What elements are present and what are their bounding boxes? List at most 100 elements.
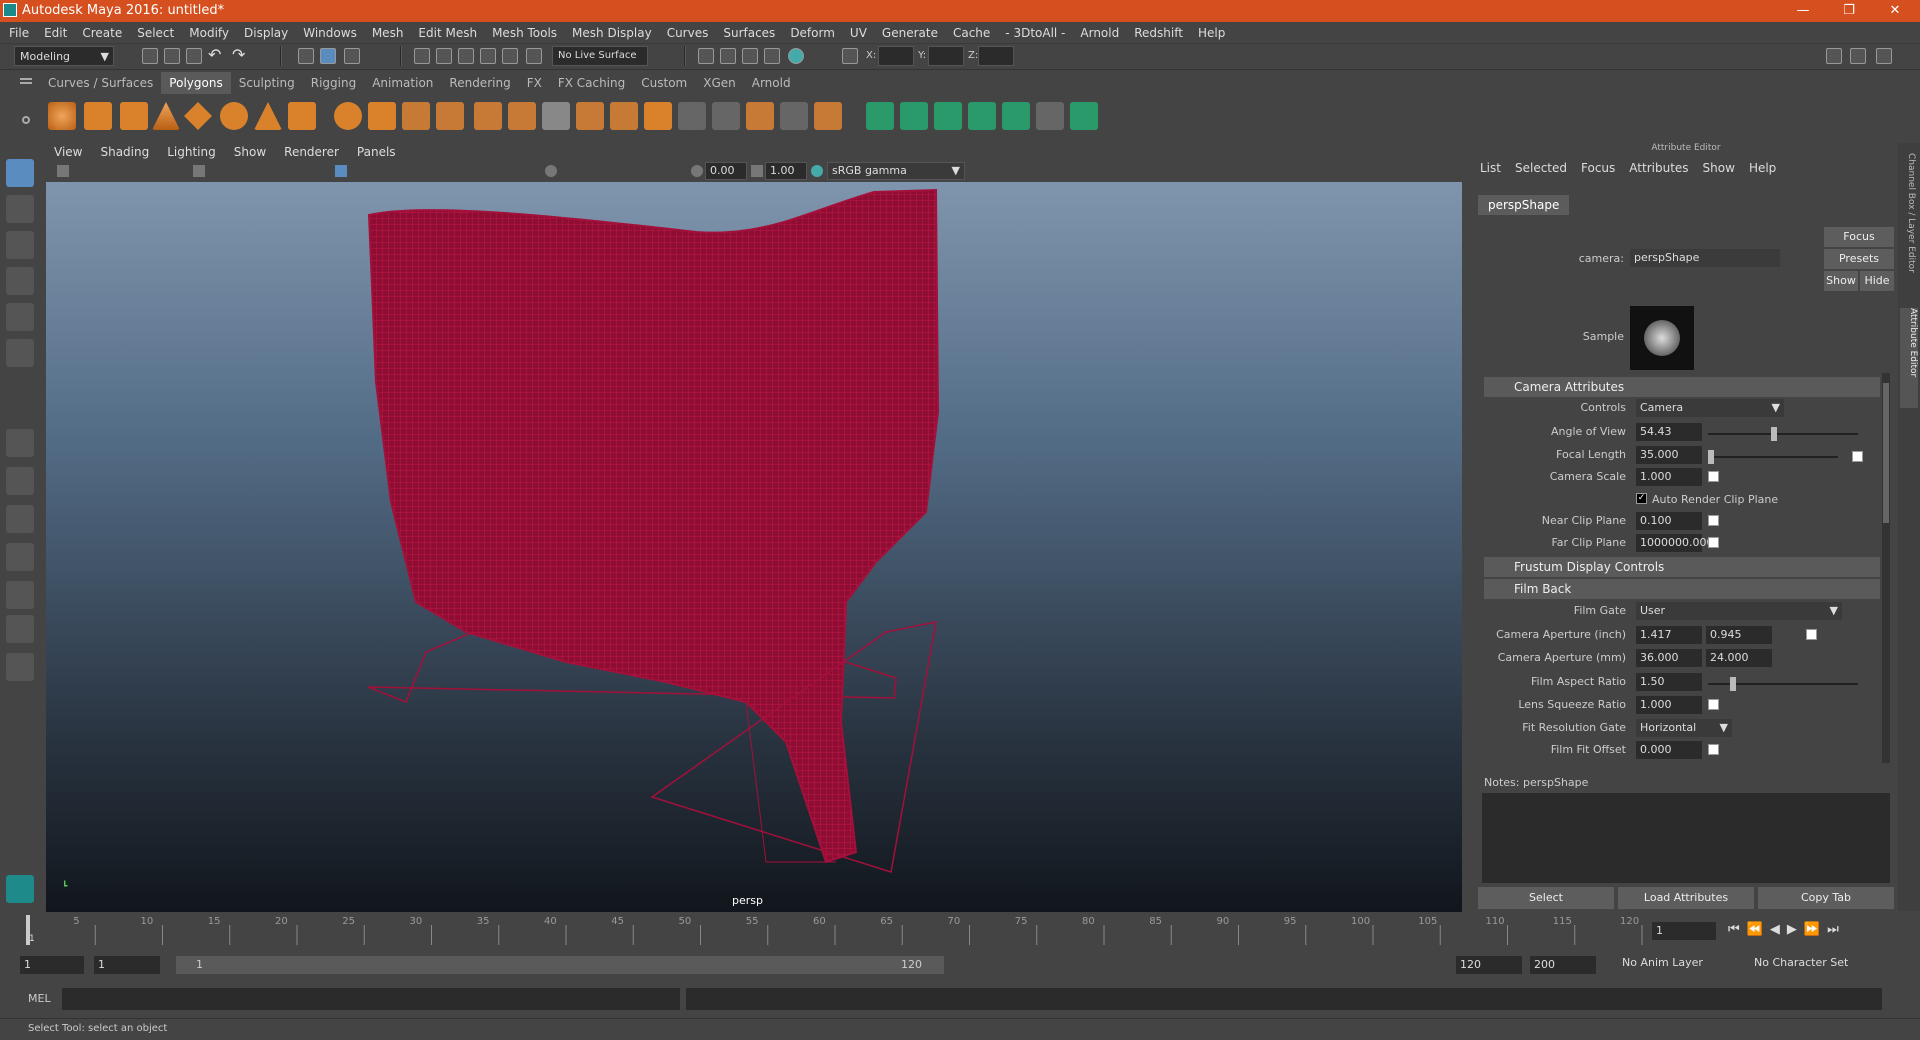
shelf-tab-arnold[interactable]: Arnold [744,72,799,94]
fill-hole-icon[interactable] [644,102,672,130]
notes-textarea[interactable] [1482,793,1890,883]
channel-box-toggle-icon[interactable] [1876,48,1892,64]
attribute-editor-toggle-icon[interactable] [1850,48,1866,64]
menu-help[interactable]: Help [1189,22,1231,40]
exposure-icon[interactable] [691,165,703,177]
render-view-icon[interactable] [698,48,714,64]
ipr-render-icon[interactable] [742,48,758,64]
snap-curve-icon[interactable] [436,48,452,64]
anim-layer-dropdown[interactable]: No Anim Layer [1622,956,1742,974]
aperture-mm-y-field[interactable]: 24.000 [1706,649,1772,667]
hypershade-layout-icon[interactable] [6,581,34,609]
perspective-viewport[interactable]: ┗ persp [46,182,1462,912]
shelf-tab-polygons[interactable]: Polygons [161,72,231,94]
z-coord-field[interactable] [978,46,1014,66]
menu-file[interactable]: File [0,22,35,40]
map-button-icon[interactable] [1708,699,1719,710]
map-button-icon[interactable] [1708,537,1719,548]
attribute-scrollbar[interactable] [1882,373,1890,763]
bevel-icon[interactable] [474,102,502,130]
redo-icon[interactable]: ↷ [232,47,248,64]
poly-plane-icon[interactable] [184,102,212,130]
menu-surfaces[interactable]: Surfaces [714,22,781,40]
fit-resolution-dropdown[interactable]: Horizontal ▼ [1636,719,1732,737]
separate-icon[interactable] [368,102,396,130]
gamma-field[interactable]: 1.00 [765,162,807,180]
undo-icon[interactable]: ↶ [208,47,224,64]
uv-toolkit-icon[interactable] [1070,102,1098,130]
color-management-icon[interactable] [811,165,823,177]
append-polygon-icon[interactable] [610,102,638,130]
offset-edge-loop-icon[interactable] [712,102,740,130]
move-tool-icon[interactable] [6,267,34,295]
camera-name-field[interactable]: perspShape [1630,249,1780,267]
menu-edit-mesh[interactable]: Edit Mesh [409,22,483,40]
mode-dropdown[interactable]: Modeling ▼ [14,46,114,66]
angle-of-view-slider-handle[interactable] [1771,427,1777,441]
shelf-tab-rendering[interactable]: Rendering [441,72,518,94]
poly-cylinder-icon[interactable] [120,102,148,130]
menu-arnold[interactable]: Arnold [1071,22,1125,40]
persp-outliner-layout-icon[interactable] [6,505,34,533]
film-aspect-slider-handle[interactable] [1730,677,1736,691]
menu-mesh[interactable]: Mesh [363,22,410,40]
insert-edge-loop-icon[interactable] [678,102,706,130]
shelf-tab-custom[interactable]: Custom [633,72,695,94]
panel-menu-lighting[interactable]: Lighting [158,143,225,159]
symmetry-icon[interactable] [842,48,858,64]
automatic-mapping-icon[interactable] [968,102,996,130]
menu-curves[interactable]: Curves [658,22,715,40]
mel-label[interactable]: MEL [28,992,51,1005]
attribute-editor-tab[interactable]: Attribute Editor [1900,308,1918,408]
film-aspect-slider[interactable] [1708,677,1858,691]
map-button-icon[interactable] [1708,515,1719,526]
connect-icon[interactable] [780,102,808,130]
shelf-tab-curves-surfaces[interactable]: Curves / Surfaces [40,72,161,94]
wireframe-mesh[interactable] [46,182,1462,912]
range-slider[interactable]: 1 120 [176,956,944,974]
snap-view-icon[interactable] [480,48,496,64]
extract-icon[interactable] [402,102,430,130]
shelf-tab-sculpting[interactable]: Sculpting [231,72,303,94]
far-clip-field[interactable]: 1000000.000 [1636,534,1713,552]
menu-mesh-display[interactable]: Mesh Display [563,22,658,40]
menu-cache[interactable]: Cache [944,22,996,40]
poly-cube-icon[interactable] [84,102,112,130]
poly-torus-icon[interactable] [220,102,248,130]
shelf-tab-fx[interactable]: FX [519,72,550,94]
current-frame-field[interactable]: 1 [1652,922,1716,940]
focal-length-slider[interactable] [1708,450,1838,464]
focal-length-field[interactable]: 35.000 [1636,446,1702,464]
menu-uv[interactable]: UV [841,22,873,40]
lens-squeeze-field[interactable]: 1.000 [1636,696,1702,714]
film-gate-dropdown[interactable]: User ▼ [1636,602,1842,620]
four-view-layout-icon[interactable] [6,467,34,495]
exposure-field[interactable]: 0.00 [705,162,747,180]
layout-options-icon[interactable] [6,653,34,681]
panel-menu-view[interactable]: View [45,143,91,159]
menu-create[interactable]: Create [73,22,128,40]
aperture-mm-x-field[interactable]: 36.000 [1636,649,1702,667]
multi-cut-icon[interactable] [542,102,570,130]
ae-menu-selected[interactable]: Selected [1515,161,1567,175]
menu-3dtoall[interactable]: - 3DtoAll - [996,22,1071,40]
snap-surface-icon[interactable] [502,48,518,64]
menu-windows[interactable]: Windows [294,22,363,40]
unfold-uv-icon[interactable] [1002,102,1030,130]
render-frame-icon[interactable] [720,48,736,64]
new-scene-icon[interactable] [142,48,158,64]
select-button[interactable]: Select [1478,887,1614,909]
focus-button[interactable]: Focus [1824,227,1894,247]
section-frustum-display[interactable]: Frustum Display Controls [1484,557,1880,577]
camera-attributes-icon[interactable] [57,165,69,177]
time-slider-ruler[interactable]: 15 10 15 20 25 30 35 40 45 50 55 60 65 70 75 80 85 90 95 10… [22,915,1662,945]
planar-mapping-icon[interactable] [866,102,894,130]
presets-button[interactable]: Presets [1824,249,1894,269]
menu-edit[interactable]: Edit [35,22,73,40]
hide-button[interactable]: Hide [1860,271,1894,291]
angle-of-view-field[interactable]: 54.43 [1636,423,1702,441]
poly-cone-icon[interactable] [152,102,180,130]
minimize-button[interactable]: — [1780,0,1826,22]
map-button-icon[interactable] [1852,451,1863,462]
menu-display[interactable]: Display [235,22,294,40]
